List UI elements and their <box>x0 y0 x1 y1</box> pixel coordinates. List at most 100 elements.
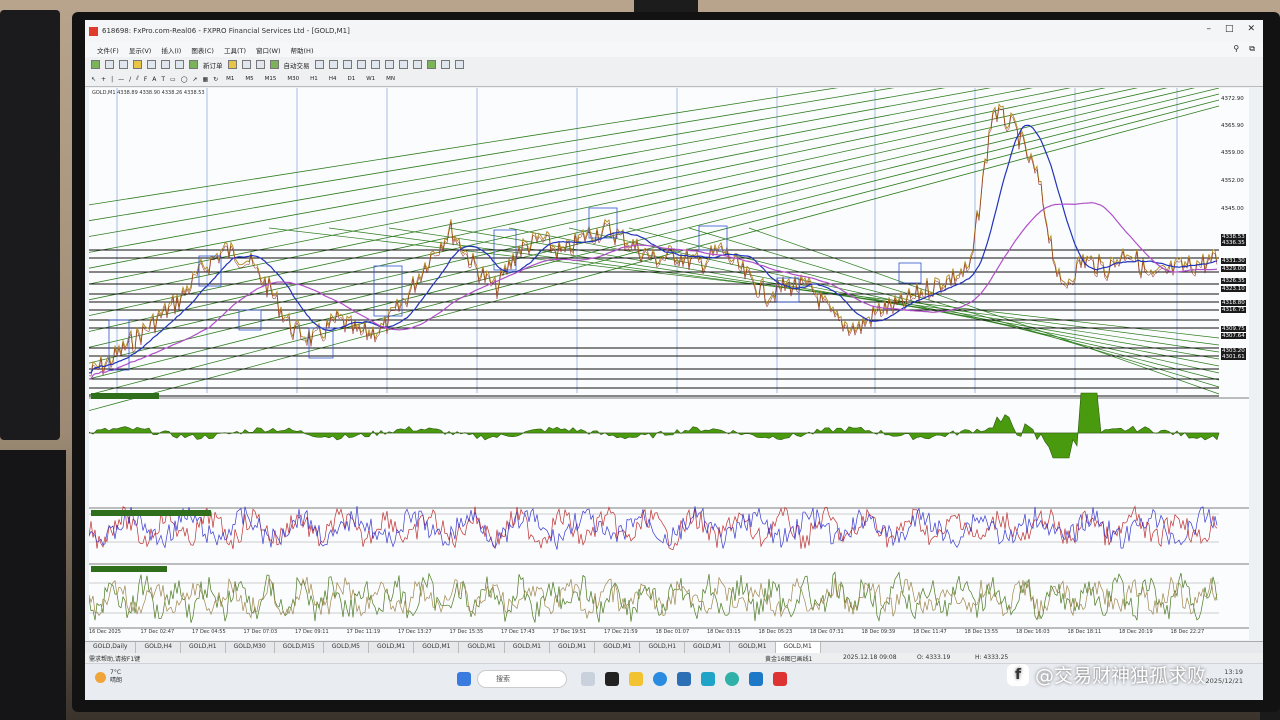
chart-window[interactable]: GOLD,M1 4338.89 4338.90 4338.26 4338.53 … <box>89 88 1249 640</box>
grid-icon[interactable]: ▦ <box>202 76 208 83</box>
time-tick-label: 18 Dec 05:23 <box>758 629 793 635</box>
timeframe-m5[interactable]: M5 <box>242 76 256 82</box>
standard-toolbar: 新订单 自动交易 <box>85 57 1263 72</box>
candlestick-icon[interactable] <box>328 60 338 69</box>
menu-tools[interactable]: 工具(T) <box>224 45 246 55</box>
price-tick-label: 4336.35 <box>1221 240 1246 246</box>
signals-icon[interactable] <box>241 60 251 69</box>
browser-icon[interactable] <box>725 672 739 686</box>
menu-view[interactable]: 显示(V) <box>129 45 152 55</box>
text-icon[interactable]: A <box>152 76 156 83</box>
timeframe-m15[interactable]: M15 <box>262 76 280 82</box>
cursor-icon[interactable]: ↖ <box>91 76 96 83</box>
navigator-icon[interactable] <box>147 60 156 69</box>
price-tick-label: 4345.00 <box>1221 206 1244 212</box>
timeframe-m1[interactable]: M1 <box>223 76 237 82</box>
task-view-icon[interactable] <box>605 672 619 686</box>
zoom-out-icon[interactable] <box>370 60 380 69</box>
menu-charts[interactable]: 图表(C) <box>191 45 214 55</box>
crosshair-icon[interactable]: + <box>101 76 106 83</box>
vertical-line-icon[interactable]: | <box>111 76 113 83</box>
restore-icon[interactable]: ⧉ <box>1249 44 1255 54</box>
minimize-icon[interactable]: – <box>1206 24 1211 34</box>
app-icon-v[interactable] <box>701 672 715 686</box>
tester-icon[interactable] <box>175 60 184 69</box>
menu-help[interactable]: 帮助(H) <box>291 45 314 55</box>
time-axis: 16 Dec 2025 17 Dec 02:47 17 Dec 04:55 17 De… <box>89 628 1249 640</box>
new-chart-icon[interactable] <box>91 60 100 69</box>
temperature: 7°C <box>110 669 122 676</box>
zone-rectangle <box>373 265 403 317</box>
trendline-icon[interactable]: / <box>129 76 131 83</box>
bar-open: O: 4333.19 <box>917 654 951 661</box>
widgets-icon[interactable] <box>581 672 595 686</box>
new-order-icon <box>189 60 198 69</box>
time-tick-label: 18 Dec 16:03 <box>1016 629 1050 635</box>
menu-window[interactable]: 窗口(W) <box>256 45 281 55</box>
timeframe-h4[interactable]: H4 <box>326 76 340 82</box>
price-tick-label: 4331.30 <box>1221 258 1246 264</box>
menu-file[interactable]: 文件(F) <box>97 45 119 55</box>
file-explorer-icon[interactable] <box>629 672 643 686</box>
time-tick-label: 16 Dec 2025 <box>89 629 121 635</box>
left-monitor <box>0 10 60 440</box>
screen: 618698: FxPro.com-Real06 - FXPRO Financi… <box>85 20 1263 700</box>
trendline <box>89 88 1168 332</box>
menu-insert[interactable]: 插入(I) <box>161 45 181 55</box>
search-placeholder: 搜索 <box>496 675 510 683</box>
timeframe-w1[interactable]: W1 <box>363 76 378 82</box>
search-input[interactable]: 搜索 <box>477 670 567 688</box>
stochastic-line-green <box>89 571 1218 623</box>
time-tick-label: 17 Dec 17:43 <box>501 629 535 635</box>
arrow-icon[interactable]: ➚ <box>192 76 197 83</box>
trendline <box>89 105 1220 412</box>
indicators-icon[interactable] <box>426 60 436 69</box>
start-icon[interactable] <box>457 672 471 686</box>
metatrader-icon[interactable] <box>773 672 787 686</box>
templates-icon[interactable] <box>454 60 464 69</box>
horizontal-line-icon[interactable]: — <box>118 76 124 83</box>
clock-date: 2025/12/21 <box>1205 677 1243 685</box>
label-icon[interactable]: T <box>161 76 165 83</box>
system-clock[interactable]: 13:19 2025/12/21 <box>1206 668 1243 686</box>
weather-condition: 晴朗 <box>110 677 123 684</box>
store-icon[interactable] <box>677 672 691 686</box>
search-icon[interactable]: ⚲ <box>1233 44 1239 54</box>
weather-widget[interactable]: 7°C 晴朗 <box>95 669 122 685</box>
data-window-icon[interactable] <box>133 60 142 69</box>
market-icon[interactable] <box>255 60 265 69</box>
ellipse-icon[interactable]: ◯ <box>181 76 188 83</box>
timeframe-mn[interactable]: MN <box>383 76 398 82</box>
auto-trade-button[interactable]: 自动交易 <box>284 60 310 70</box>
tile-windows-icon[interactable] <box>384 60 394 69</box>
timeframe-d1[interactable]: D1 <box>344 76 358 82</box>
edge-icon[interactable] <box>653 672 667 686</box>
price-chart-svg[interactable] <box>89 88 1249 640</box>
channel-icon[interactable]: ⫽ <box>136 75 139 83</box>
fibonacci-icon[interactable]: F <box>144 76 147 83</box>
zoom-in-icon[interactable] <box>356 60 366 69</box>
market-watch-icon[interactable] <box>119 60 128 69</box>
cycle-icon[interactable]: ↻ <box>213 76 218 83</box>
line-chart-icon[interactable] <box>342 60 352 69</box>
bar-chart-icon[interactable] <box>314 60 324 69</box>
timeframe-m30[interactable]: M30 <box>284 76 302 82</box>
zone-rectangle <box>898 262 922 284</box>
periods-icon[interactable] <box>440 60 450 69</box>
chart-shift-icon[interactable] <box>412 60 422 69</box>
mail-icon[interactable] <box>749 672 763 686</box>
time-tick-label: 17 Dec 21:59 <box>604 629 638 635</box>
maximize-icon[interactable]: □ <box>1225 24 1234 34</box>
indicator-label-2 <box>91 510 211 516</box>
price-tick-label: 4309.75 <box>1221 326 1246 332</box>
new-order-button[interactable]: 新订单 <box>203 60 223 70</box>
metaeditor-icon[interactable] <box>227 60 237 69</box>
timeframe-h1[interactable]: H1 <box>307 76 321 82</box>
close-icon[interactable]: ✕ <box>1247 24 1255 34</box>
profiles-icon[interactable] <box>105 60 114 69</box>
terminal-icon[interactable] <box>161 60 170 69</box>
autoscroll-icon[interactable] <box>398 60 408 69</box>
time-tick-label: 17 Dec 19:51 <box>552 629 587 635</box>
rectangle-icon[interactable]: ▭ <box>170 76 176 83</box>
price-tick-label: 4323.10 <box>1221 286 1246 292</box>
